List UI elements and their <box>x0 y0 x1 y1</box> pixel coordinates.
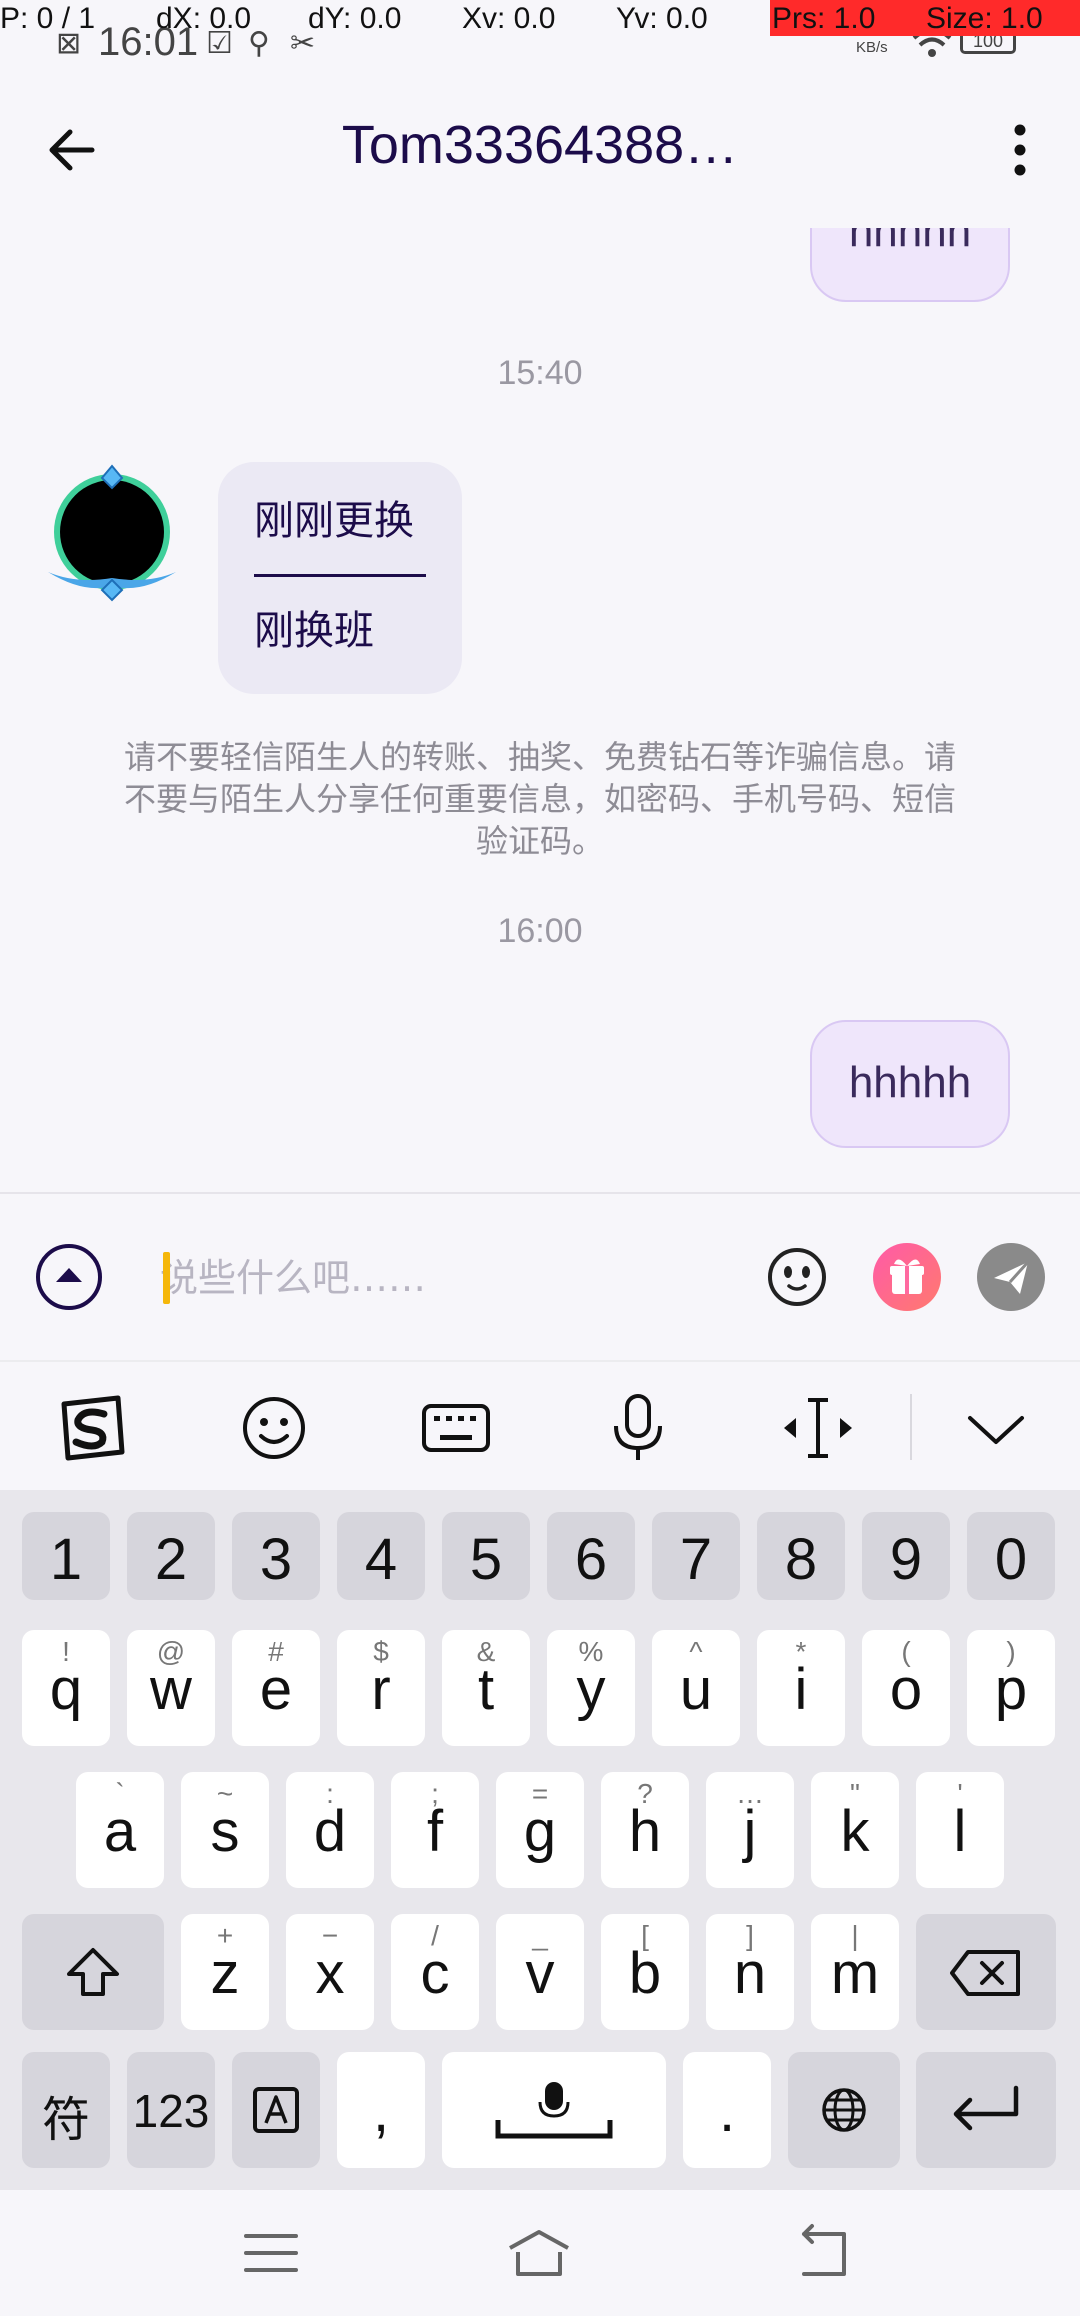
key-y[interactable]: % y <box>547 1630 635 1746</box>
key-d[interactable]: :d <box>286 1772 374 1888</box>
toolbar-divider <box>910 1394 912 1460</box>
key-1[interactable]: 1 <box>22 1512 110 1600</box>
key-k[interactable]: " k <box>811 1772 899 1888</box>
message-line-2: 刚换班 <box>254 608 374 654</box>
space-key[interactable] <box>442 2052 666 2168</box>
gift-icon[interactable] <box>872 1242 942 1312</box>
key-j[interactable]: … j <box>706 1772 794 1888</box>
expand-up-icon[interactable] <box>34 1242 104 1312</box>
send-icon[interactable] <box>976 1242 1046 1312</box>
page-title: Tom33364388… <box>341 115 739 175</box>
microphone-icon[interactable] <box>600 1390 676 1466</box>
nav-home-icon[interactable] <box>504 2220 574 2286</box>
timestamp: 15:40 <box>497 354 583 392</box>
period-key[interactable]: . <box>683 2052 771 2168</box>
language-key[interactable] <box>788 2052 900 2168</box>
chevron-down-icon[interactable] <box>958 1390 1034 1466</box>
emoji-icon[interactable] <box>762 1242 832 1312</box>
keyboard-icon[interactable] <box>418 1390 494 1466</box>
text-caret <box>163 1252 170 1304</box>
smiley-icon[interactable] <box>236 1390 312 1466</box>
enter-icon <box>953 2085 1019 2131</box>
soft-keyboard: 1 2 3 4 5 6 7 8 9 0 ! q @ w # e $ r & t % y ^ u… <box>0 1490 1080 2190</box>
sogou-logo-icon[interactable] <box>54 1390 130 1466</box>
key-q[interactable]: ! q <box>22 1630 110 1746</box>
message-input-bar <box>0 1192 1080 1360</box>
globe-icon <box>822 2088 866 2132</box>
case-key[interactable] <box>232 2052 320 2168</box>
debug-xv: Xv: 0.0 <box>462 2 556 35</box>
key-2[interactable]: 2 <box>127 1512 215 1600</box>
system-navigation-bar <box>0 2190 1080 2316</box>
message-bubble-incoming[interactable]: 刚刚更换 刚换班 <box>218 462 462 694</box>
key-t[interactable]: & t <box>442 1630 530 1746</box>
avatar[interactable] <box>44 462 180 602</box>
timestamp: 16:00 <box>497 912 583 950</box>
back-arrow-icon[interactable] <box>40 118 104 182</box>
key-n[interactable]: ] n <box>706 1914 794 2030</box>
key-x[interactable]: − x <box>286 1914 374 2030</box>
keyboard-toolbar <box>0 1360 1080 1490</box>
backspace-key[interactable] <box>916 1914 1056 2030</box>
key-m[interactable]: | m <box>811 1914 899 2030</box>
debug-dy: dY: 0.0 <box>308 2 402 35</box>
key-7[interactable]: 7 <box>652 1512 740 1600</box>
key-l[interactable]: ' l <box>916 1772 1004 1888</box>
key-u[interactable]: ^ u <box>652 1630 740 1746</box>
message-list[interactable]: hhhhh 15:40 刚刚更换 刚换班 请不要轻信陌生人的转账、抽奖、免费钻石… <box>0 228 1080 1192</box>
key-w[interactable]: @ w <box>127 1630 215 1746</box>
debug-pointer: P: 0 / 1 <box>0 2 96 35</box>
space-mic-icon <box>495 2082 613 2139</box>
debug-yv: Yv: 0.0 <box>616 2 708 35</box>
key-0[interactable]: 0 <box>967 1512 1055 1600</box>
shift-icon <box>67 1948 119 1996</box>
key-4[interactable]: 4 <box>337 1512 425 1600</box>
key-9[interactable]: 9 <box>862 1512 950 1600</box>
nav-back-icon[interactable] <box>788 2220 858 2286</box>
shift-key[interactable] <box>22 1914 164 2030</box>
message-bubble-outgoing[interactable]: hhhhh <box>810 228 1010 302</box>
chat-header: Tom33364388… <box>0 68 1080 228</box>
safety-notice: 请不要轻信陌生人的转账、抽奖、免费钻石等诈骗信息。请不要与陌生人分享任何重要信息… <box>123 738 956 860</box>
key-8[interactable]: 8 <box>757 1512 845 1600</box>
key-s[interactable]: ~ s <box>181 1772 269 1888</box>
numbers-key[interactable]: 123 <box>127 2052 215 2168</box>
key-g[interactable]: = g <box>496 1772 584 1888</box>
key-3[interactable]: 3 <box>232 1512 320 1600</box>
key-r[interactable]: $ r <box>337 1630 425 1746</box>
debug-size: Size: 1.0 <box>926 2 1043 35</box>
key-5[interactable]: 5 <box>442 1512 530 1600</box>
key-v[interactable]: _ v <box>496 1914 584 2030</box>
key-a[interactable]: ` a <box>76 1772 164 1888</box>
key-c[interactable]: / c <box>391 1914 479 2030</box>
key-6[interactable]: 6 <box>547 1512 635 1600</box>
case-a-icon <box>253 2087 299 2133</box>
key-i[interactable]: * i <box>757 1630 845 1746</box>
backspace-icon <box>950 1950 1020 1996</box>
usb-icon: ⚲ <box>248 26 270 61</box>
message-bubble-outgoing[interactable]: hhhhh <box>810 1020 1010 1148</box>
key-e[interactable]: # e <box>232 1630 320 1746</box>
debug-prs: Prs: 1.0 <box>772 2 876 35</box>
debug-dx: dX: 0.0 <box>156 2 252 35</box>
key-z[interactable]: + z <box>181 1914 269 2030</box>
message-line-1: 刚刚更换 <box>254 498 414 544</box>
nav-menu-icon[interactable] <box>236 2220 306 2286</box>
enter-key[interactable] <box>916 2052 1056 2168</box>
key-h[interactable]: ? h <box>601 1772 689 1888</box>
key-b[interactable]: [b <box>601 1914 689 2030</box>
cursor-move-icon[interactable] <box>780 1390 856 1466</box>
message-divider <box>254 574 426 577</box>
message-input[interactable] <box>160 1250 740 1306</box>
comma-key[interactable]: , <box>337 2052 425 2168</box>
key-f[interactable]: ; f <box>391 1772 479 1888</box>
chat-screen: 16:01 ⊠ ☑ ⚲ ✂ 0.90 KB/s 100 P: 0 / 1 dX:… <box>0 0 1080 2316</box>
symbols-key[interactable]: 符 <box>22 2052 110 2168</box>
status-bar: 16:01 ⊠ ☑ ⚲ ✂ 0.90 KB/s 100 P: 0 / 1 dX:… <box>0 0 1080 68</box>
more-vertical-icon[interactable] <box>1000 120 1040 180</box>
key-p[interactable]: ) p <box>967 1630 1055 1746</box>
key-o[interactable]: (o <box>862 1630 950 1746</box>
